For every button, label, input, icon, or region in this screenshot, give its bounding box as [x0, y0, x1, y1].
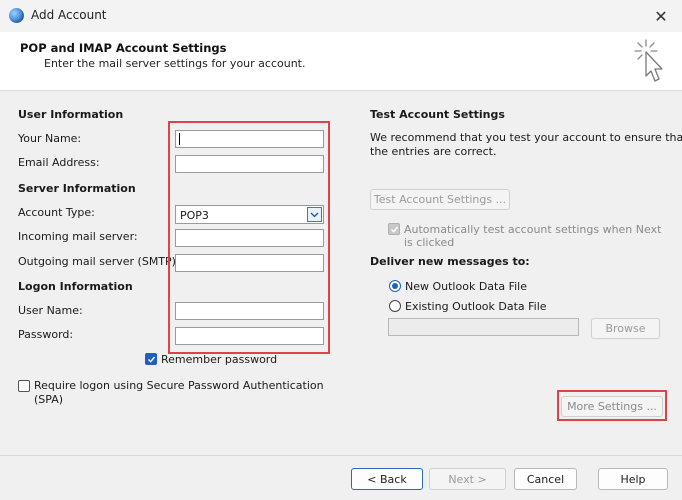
- back-button[interactable]: < Back: [351, 468, 423, 490]
- cursor-click-icon: [634, 39, 663, 82]
- close-icon[interactable]: ✕: [645, 4, 677, 28]
- header-subtitle: Enter the mail server settings for your …: [44, 57, 306, 70]
- spa-checkbox[interactable]: [18, 380, 30, 392]
- test-description-line1: We recommend that you test your account …: [370, 131, 682, 144]
- more-settings-button[interactable]: More Settings ...: [561, 396, 663, 417]
- incoming-server-label: Incoming mail server:: [18, 230, 138, 243]
- existing-data-file-radio[interactable]: [389, 300, 401, 312]
- outlook-globe-icon: [9, 8, 24, 23]
- your-name-field[interactable]: [175, 130, 324, 148]
- spa-label-line2: (SPA): [34, 393, 64, 406]
- user-name-label: User Name:: [18, 304, 83, 317]
- incoming-server-field[interactable]: [175, 229, 324, 247]
- auto-test-label-line1: Automatically test account settings when…: [404, 223, 662, 236]
- test-account-settings-button[interactable]: Test Account Settings ...: [370, 189, 510, 210]
- new-data-file-label: New Outlook Data File: [405, 280, 527, 293]
- window-title: Add Account: [31, 8, 107, 22]
- your-name-label: Your Name:: [18, 132, 82, 145]
- section-user-information: User Information: [18, 108, 124, 121]
- account-type-select[interactable]: POP3: [175, 205, 324, 224]
- existing-data-file-label: Existing Outlook Data File: [405, 300, 547, 313]
- password-field[interactable]: [175, 327, 324, 345]
- section-logon-information: Logon Information: [18, 280, 133, 293]
- password-label: Password:: [18, 328, 74, 341]
- account-type-value: POP3: [180, 209, 209, 222]
- deliver-messages-title: Deliver new messages to:: [370, 255, 530, 268]
- spa-label-line1: Require logon using Secure Password Auth…: [34, 379, 324, 392]
- dialog-header: POP and IMAP Account Settings Enter the …: [0, 32, 682, 91]
- title-bar: Add Account ✕: [0, 0, 682, 32]
- section-server-information: Server Information: [18, 182, 136, 195]
- email-address-field[interactable]: [175, 155, 324, 173]
- auto-test-checkbox[interactable]: [388, 223, 400, 235]
- checkmark-icon: [391, 226, 399, 233]
- outgoing-server-label: Outgoing mail server (SMTP):: [18, 255, 180, 268]
- remember-password-checkbox[interactable]: [145, 353, 157, 365]
- help-button[interactable]: Help: [598, 468, 668, 490]
- auto-test-label-line2: is clicked: [404, 236, 455, 249]
- chevron-down-icon[interactable]: [307, 207, 322, 222]
- email-address-label: Email Address:: [18, 156, 100, 169]
- text-cursor: [179, 133, 180, 145]
- footer-divider: [0, 455, 682, 456]
- checkmark-icon: [148, 356, 156, 363]
- outgoing-server-field[interactable]: [175, 254, 324, 272]
- existing-data-file-path-field[interactable]: [388, 318, 579, 336]
- header-title: POP and IMAP Account Settings: [20, 41, 227, 55]
- cancel-button[interactable]: Cancel: [514, 468, 577, 490]
- account-type-label: Account Type:: [18, 206, 95, 219]
- test-description-line2: the entries are correct.: [370, 145, 497, 158]
- remember-password-label: Remember password: [161, 353, 278, 366]
- new-data-file-radio[interactable]: [389, 280, 401, 292]
- section-test-account-settings: Test Account Settings: [370, 108, 505, 121]
- next-button[interactable]: Next >: [429, 468, 506, 490]
- browse-button[interactable]: Browse: [591, 318, 660, 339]
- user-name-field[interactable]: [175, 302, 324, 320]
